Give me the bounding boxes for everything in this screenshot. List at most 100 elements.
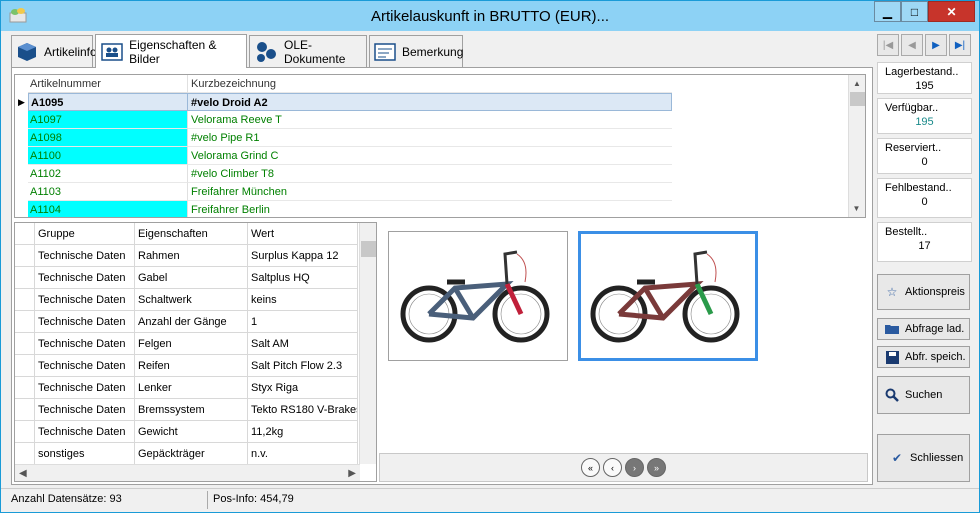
bike-image-2[interactable] [578, 231, 758, 361]
prev-record-icon[interactable]: ◀ [901, 34, 923, 56]
suchen-button[interactable]: Suchen [877, 376, 970, 414]
stat-value: 0 [921, 196, 928, 208]
cell-prop: Gewicht [135, 421, 248, 443]
last-record-icon[interactable]: ▶| [949, 34, 971, 56]
cell-value: Saltplus HQ [248, 267, 358, 289]
stat-value: 17 [918, 240, 931, 252]
next-image-icon[interactable]: › [625, 458, 644, 477]
minimize-button[interactable]: ▁ [874, 1, 901, 22]
record-navigator: |◀ ◀ ▶ ▶| [877, 34, 972, 58]
tab-label: OLE-Dokumente [284, 37, 346, 66]
scroll-left-icon[interactable]: ◀ [19, 468, 27, 479]
cell-group: sonstiges [35, 443, 135, 465]
column-header-kurzbezeichnung[interactable]: Kurzbezeichnung [188, 75, 672, 93]
tab-artikelinfo[interactable]: Artikelinfo [11, 35, 97, 67]
scroll-right-icon[interactable]: ▶ [348, 468, 356, 479]
cell-group: Technische Daten [35, 311, 135, 333]
article-row[interactable]: A1102 #velo Climber T8 [15, 165, 672, 183]
cell-number: A1100 [28, 147, 188, 165]
properties-hscrollbar[interactable]: ◀ ▶ [15, 464, 360, 481]
cell-short: #velo Pipe R1 [188, 129, 672, 147]
search-icon [883, 387, 901, 403]
tab-ole-dokumente[interactable]: OLE-Dokumente [249, 35, 367, 67]
tab-bemerkung[interactable]: Bemerkung [369, 35, 463, 67]
cell-value: keins [248, 289, 358, 311]
property-row[interactable]: Technische Daten Rahmen Surplus Kappa 12 [15, 245, 358, 267]
cell-group: Technische Daten [35, 267, 135, 289]
close-window-button[interactable]: ✕ [928, 1, 975, 22]
cell-short: #velo Climber T8 [188, 165, 672, 183]
scroll-up-icon[interactable]: ▲ [850, 76, 865, 91]
tab-eigenschaften[interactable]: Eigenschaften & Bilder [95, 34, 247, 68]
property-row[interactable]: Technische Daten Schaltwerk keins [15, 289, 358, 311]
maximize-button[interactable]: □ [901, 1, 928, 22]
cell-group: Technische Daten [35, 399, 135, 421]
checkmark-icon: ✔ [891, 451, 903, 465]
ole-balls-icon [254, 41, 278, 63]
cell-group: Technische Daten [35, 289, 135, 311]
cell-short: Velorama Grind C [188, 147, 672, 165]
window-title: Artikelauskunft in BRUTTO (EUR)... [370, 8, 610, 25]
column-header-gruppe[interactable]: Gruppe [35, 223, 135, 245]
abfrage-speichern-button[interactable]: Abfr. speich. [877, 346, 970, 368]
schliessen-button[interactable]: ✔ Schliessen [877, 434, 970, 482]
cell-group: Technische Daten [35, 355, 135, 377]
article-row[interactable]: A1103 Freifahrer München [15, 183, 672, 201]
cell-short: #velo Droid A2 [188, 93, 672, 111]
cell-short: Freifahrer München [188, 183, 672, 201]
tab-label: Artikelinfo [44, 44, 97, 59]
property-row[interactable]: Technische Daten Reifen Salt Pitch Flow 2.… [15, 355, 358, 377]
scroll-down-icon[interactable]: ▼ [849, 201, 864, 216]
property-row[interactable]: Technische Daten Lenker Styx Riga [15, 377, 358, 399]
cell-prop: Anzahl der Gänge [135, 311, 248, 333]
row-indicator-icon: ▶ [18, 96, 25, 107]
folder-icon [883, 321, 901, 337]
cell-number: A1104 [28, 201, 188, 217]
first-record-icon[interactable]: |◀ [877, 34, 899, 56]
next-record-icon[interactable]: ▶ [925, 34, 947, 56]
cell-value: Tekto RS180 V-Brakes [248, 399, 358, 421]
stat-reserviert: Reserviert.. 0 [877, 138, 972, 174]
article-row[interactable]: A1097 Velorama Reeve T [15, 111, 672, 129]
image-navigation: « ‹ › » [379, 453, 868, 482]
column-header-eigenschaften[interactable]: Eigenschaften [135, 223, 248, 245]
cell-number: A1095 [28, 93, 188, 111]
aktionspreis-button[interactable]: ☆ Aktionspreis [877, 274, 970, 310]
article-row[interactable]: A1104 Freifahrer Berlin [15, 201, 672, 217]
cell-value: n.v. [248, 443, 358, 465]
button-label: Abfr. speich. [905, 351, 966, 363]
property-row[interactable]: Technische Daten Gabel Saltplus HQ [15, 267, 358, 289]
property-row[interactable]: Technische Daten Anzahl der Gänge 1 [15, 311, 358, 333]
button-label: Suchen [905, 389, 943, 401]
property-row[interactable]: Technische Daten Felgen Salt AM [15, 333, 358, 355]
scroll-thumb[interactable] [849, 92, 865, 106]
article-row[interactable]: A1098 #velo Pipe R1 [15, 129, 672, 147]
column-header-wert[interactable]: Wert [248, 223, 358, 245]
stat-label: Fehlbestand.. [885, 182, 952, 194]
article-grid[interactable]: Artikelnummer Kurzbezeichnung ▶ A1095 #v… [14, 74, 866, 218]
cell-group: Technische Daten [35, 421, 135, 443]
property-row[interactable]: Technische Daten Bremssystem Tekto RS180 V… [15, 399, 358, 421]
stat-value: 195 [915, 80, 934, 92]
main-window: Artikelauskunft in BRUTTO (EUR)... ▁ □ ✕… [0, 0, 980, 513]
properties-vscrollbar[interactable] [359, 223, 376, 464]
article-row[interactable]: ▶ A1095 #velo Droid A2 [15, 93, 672, 111]
scroll-thumb[interactable] [360, 241, 376, 257]
last-image-icon[interactable]: » [647, 458, 666, 477]
first-image-icon[interactable]: « [581, 458, 600, 477]
properties-grid[interactable]: Gruppe Eigenschaften Wert Technische Dat… [14, 222, 377, 482]
save-icon [883, 349, 901, 365]
star-icon: ☆ [886, 285, 898, 299]
stat-bestellt: Bestellt.. 17 [877, 222, 972, 262]
cell-group: Technische Daten [35, 333, 135, 355]
abfrage-laden-button[interactable]: Abfrage lad. [877, 318, 970, 340]
bike-image-1[interactable] [388, 231, 568, 361]
tab-label: Bemerkung [402, 44, 464, 59]
article-row[interactable]: A1100 Velorama Grind C [15, 147, 672, 165]
property-row[interactable]: sonstiges Gepäckträger n.v. [15, 443, 358, 465]
status-bar: Anzahl Datensätze: 93 Pos-Info: 454,79 [1, 488, 979, 512]
prev-image-icon[interactable]: ‹ [603, 458, 622, 477]
column-header-artikelnummer[interactable]: Artikelnummer [28, 75, 188, 93]
article-grid-scrollbar[interactable]: ▲ ▼ [848, 75, 865, 217]
property-row[interactable]: Technische Daten Gewicht 11,2kg [15, 421, 358, 443]
